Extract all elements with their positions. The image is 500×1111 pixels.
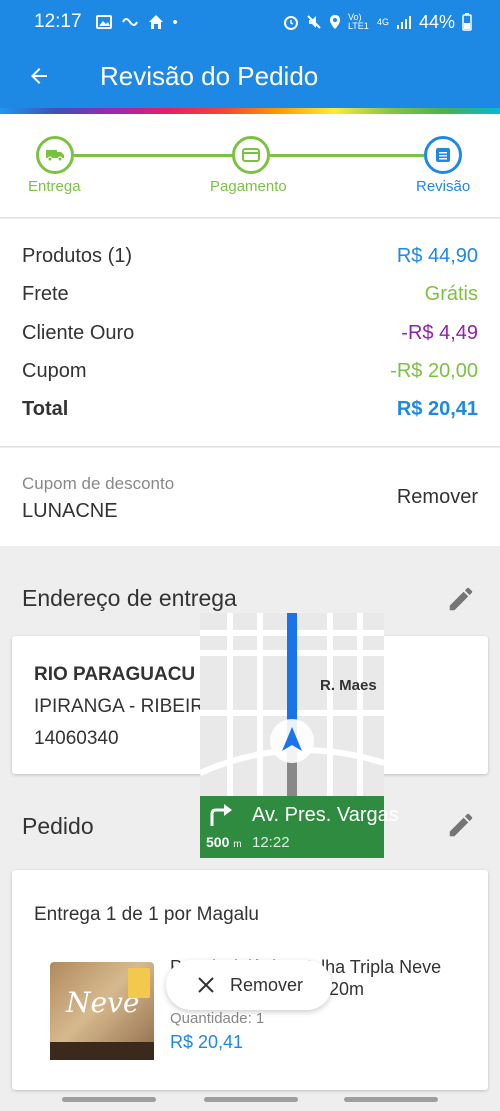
page-title: Revisão do Pedido (100, 60, 319, 91)
location-icon (329, 15, 340, 29)
back-button[interactable] (0, 64, 78, 88)
distance-value: 500 (206, 834, 230, 850)
signal-icon (396, 16, 411, 29)
remove-toast-label: Remover (230, 974, 304, 995)
summary-label: Produtos (1) (22, 245, 133, 267)
mute-icon (307, 15, 321, 29)
card-icon (242, 148, 260, 162)
close-icon (198, 977, 214, 993)
gesture-handle (62, 1097, 156, 1102)
gesture-handle (204, 1097, 298, 1102)
step-label-revisao: Revisão (416, 178, 471, 195)
product-pack-band (50, 1042, 154, 1060)
edit-order-button[interactable] (446, 810, 476, 840)
navigation-distance: 500 m (206, 834, 242, 850)
address-line-2: IPIRANGA - RIBEIR (34, 696, 204, 717)
battery-percent: 44% (418, 11, 455, 32)
order-section-title: Pedido (22, 813, 94, 839)
coupon-label: Cupom de desconto (22, 474, 175, 493)
dot-icon: • (172, 13, 178, 31)
home-icon (148, 15, 163, 29)
gallery-icon (95, 15, 112, 29)
navigation-instruction-bar[interactable]: Av. Pres. Vargas 500 m 12:22 (200, 796, 399, 858)
product-image[interactable]: Neve (50, 962, 154, 1060)
map-street-label: R. Maes (320, 677, 377, 694)
address-line-3: 14060340 (34, 728, 119, 749)
pencil-icon (449, 587, 473, 611)
remove-toast-button[interactable]: Remover (166, 960, 332, 1010)
summary-label: Cliente Ouro (22, 322, 135, 344)
summary-label: Cupom (22, 360, 87, 382)
product-quantity: Quantidade: 1 (170, 1010, 265, 1027)
step-revisao[interactable] (424, 136, 462, 174)
summary-row-cupom: Cupom -R$ 20,00 (22, 360, 478, 383)
step-connector (74, 154, 234, 157)
status-bar: 12:17 • Vo) LTE1 4G 44% (0, 0, 500, 44)
summary-row-frete: Frete Grátis (22, 283, 478, 306)
step-pagamento[interactable] (232, 136, 270, 174)
signal-label: 4G (376, 17, 389, 27)
edit-address-button[interactable] (446, 584, 476, 614)
step-label-entrega: Entrega (28, 178, 81, 195)
status-time: 12:17 (34, 11, 82, 32)
distance-unit: m (233, 839, 242, 850)
product-price: R$ 20,41 (170, 1032, 244, 1052)
address-section-title: Endereço de entrega (22, 585, 237, 611)
turn-right-icon (210, 804, 232, 826)
navigation-eta: 12:22 (252, 834, 290, 851)
checkout-stepper: Entrega Pagamento Revisão (0, 114, 500, 218)
product-pack-detail (128, 968, 150, 998)
summary-row-total: Total R$ 20,41 (22, 398, 478, 421)
summary-value: Grátis (424, 283, 478, 305)
list-icon (436, 148, 450, 162)
step-entrega[interactable] (36, 136, 74, 174)
order-summary: Produtos (1) R$ 44,90 Frete Grátis Clien… (0, 219, 500, 447)
summary-label: Frete (22, 283, 69, 305)
summary-total-value: R$ 20,41 (396, 398, 478, 420)
navigation-street: Av. Pres. Vargas (252, 804, 399, 826)
step-connector (270, 154, 424, 157)
app-bar: Revisão do Pedido (0, 44, 500, 108)
gesture-handle (344, 1097, 438, 1102)
coupon-code: LUNACNE (22, 500, 118, 522)
delivery-label: Entrega 1 de 1 por Magalu (34, 904, 259, 925)
coupon-section: Cupom de desconto LUNACNE Remover (0, 448, 500, 546)
summary-value: R$ 44,90 (396, 245, 478, 267)
network-label: Vo) LTE1 (347, 12, 369, 31)
pencil-icon (449, 813, 473, 837)
status-system-icons: Vo) LTE1 4G 44% (283, 12, 472, 33)
step-label-pagamento: Pagamento (210, 178, 287, 195)
arrow-back-icon (31, 68, 47, 84)
summary-total-label: Total (22, 398, 69, 420)
truck-icon (46, 150, 64, 162)
summary-value: -R$ 20,00 (390, 360, 478, 382)
remove-coupon-button[interactable]: Remover (397, 486, 478, 509)
summary-row-produtos: Produtos (1) R$ 44,90 (22, 245, 478, 268)
status-notification-icons: • (95, 13, 178, 31)
alarm-icon (283, 16, 298, 30)
battery-icon (462, 13, 472, 31)
summary-row-cliente-ouro: Cliente Ouro -R$ 4,49 (22, 322, 478, 345)
summary-value: -R$ 4,49 (401, 322, 478, 344)
address-line-1: RIO PARAGUACU (34, 664, 196, 685)
sync-icon (121, 18, 138, 26)
